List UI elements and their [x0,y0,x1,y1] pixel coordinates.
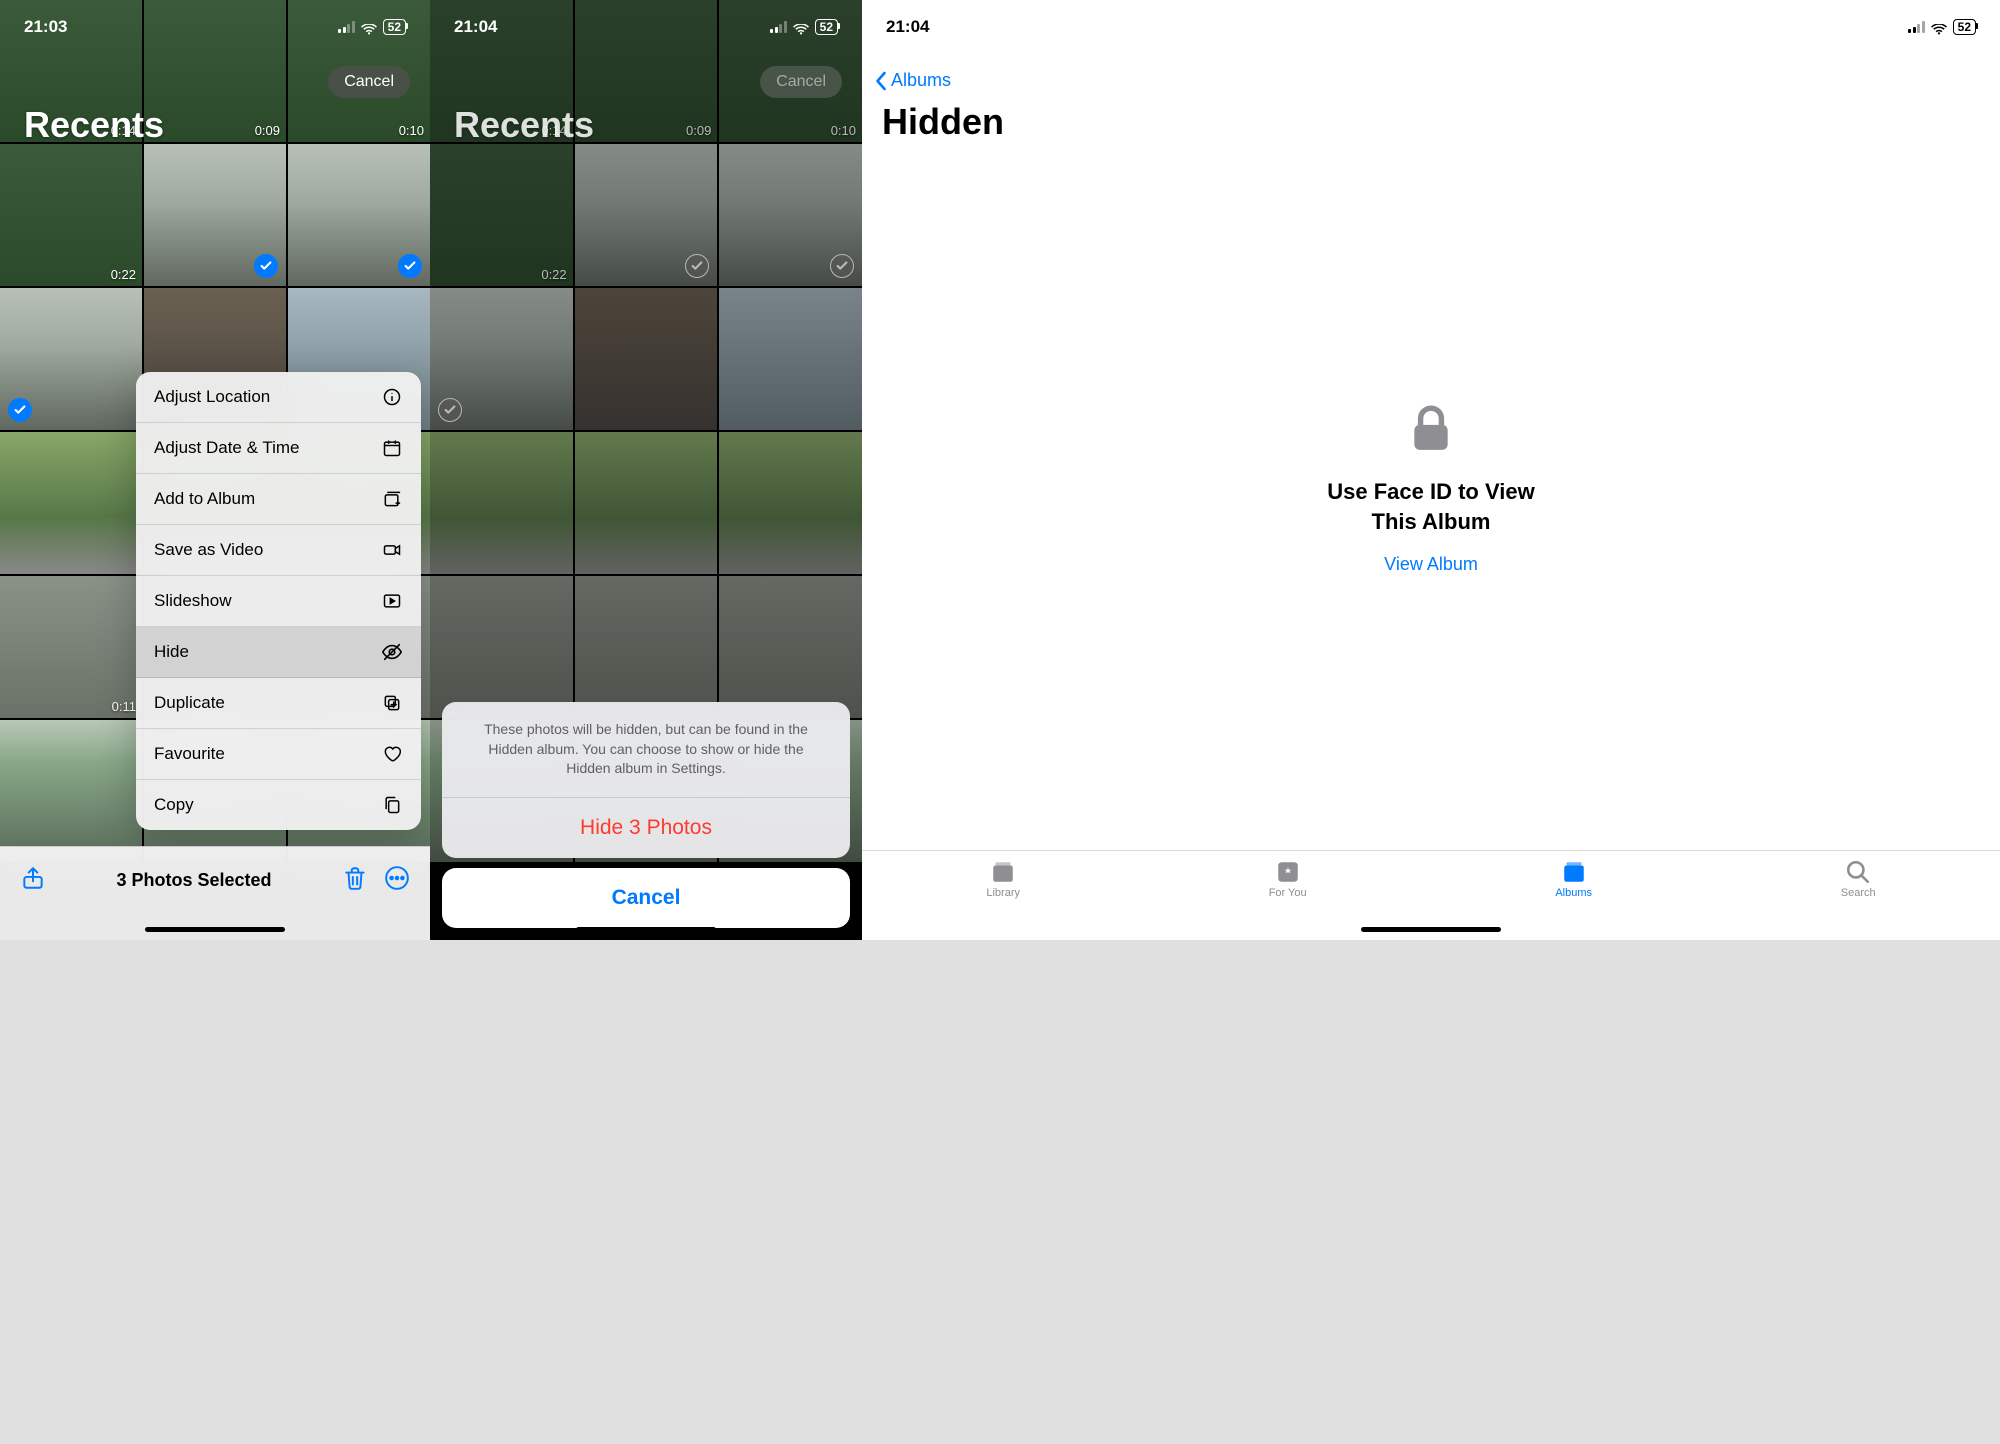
checkmark-icon [254,254,278,278]
status-bar: 21:04 52 [862,0,2000,54]
signal-icon [338,21,355,33]
thumbnail[interactable] [0,432,142,574]
menu-add-to-album[interactable]: Add to Album [136,474,421,525]
menu-slideshow[interactable]: Slideshow [136,576,421,627]
sheet-message: These photos will be hidden, but can be … [442,702,850,798]
thumbnail[interactable]: 0:22 [0,144,142,286]
calendar-icon [381,437,403,459]
context-menu: Adjust Location Adjust Date & Time Add t… [136,372,421,830]
cancel-button[interactable]: Cancel [328,66,410,98]
album-title: Recents [24,104,164,146]
status-time: 21:04 [886,17,929,37]
more-icon[interactable] [384,865,410,896]
duration-label: 0:10 [399,123,424,138]
signal-icon [770,21,787,33]
tab-library[interactable]: Library [986,859,1020,899]
view-album-button[interactable]: View Album [1384,554,1478,575]
search-icon [1844,859,1872,885]
phone-recents-menu: 0:14 0:09 0:10 0:22 0:11 21:03 52 Cancel… [0,0,430,940]
share-icon[interactable] [20,865,46,896]
action-sheet: These photos will be hidden, but can be … [442,702,850,928]
info-icon [381,386,403,408]
battery-icon: 52 [815,19,838,35]
library-icon [989,859,1017,885]
tab-search[interactable]: Search [1841,859,1876,899]
tab-for-you[interactable]: For You [1269,859,1307,899]
status-bar: 21:04 52 [430,0,862,54]
home-indicator [145,927,285,932]
play-rect-icon [381,590,403,612]
cancel-button[interactable]: Cancel [442,868,850,928]
album-add-icon [381,488,403,510]
menu-hide[interactable]: Hide [136,627,421,678]
thumbnail[interactable]: 0:11 [0,576,142,718]
page-title: Hidden [862,97,2000,155]
menu-duplicate[interactable]: Duplicate [136,678,421,729]
thumbnail-selected[interactable] [144,144,286,286]
heart-icon [381,743,403,765]
copy-icon [381,794,403,816]
menu-favourite[interactable]: Favourite [136,729,421,780]
checkmark-icon [398,254,422,278]
video-icon [381,539,403,561]
selection-count: 3 Photos Selected [46,870,342,891]
menu-save-as-video[interactable]: Save as Video [136,525,421,576]
faceid-prompt: Use Face ID to View This Album [1327,477,1534,536]
duration-label: 0:09 [255,123,280,138]
thumbnail-selected[interactable] [0,288,142,430]
tab-albums[interactable]: Albums [1555,859,1592,899]
status-bar: 21:03 52 [0,0,430,54]
back-button[interactable]: Albums [862,54,2000,97]
phone-hide-confirm: 0:14 0:09 0:10 0:22 21:04 52 Cancel Rece… [430,0,862,940]
lock-icon [1406,400,1456,463]
trash-icon[interactable] [342,865,368,896]
back-label: Albums [891,70,951,91]
checkmark-icon [8,398,32,422]
phone-hidden-album: 21:04 52 Albums Hidden Use Face ID to Vi… [862,0,2000,940]
status-time: 21:03 [24,17,67,37]
wifi-icon [361,21,377,33]
battery-icon: 52 [383,19,406,35]
albums-icon [1560,859,1588,885]
check-unselected-icon [685,254,709,278]
home-indicator [1361,927,1501,932]
check-unselected-icon [438,398,462,422]
duplicate-icon [381,692,403,714]
album-title: Recents [454,104,594,146]
signal-icon [1908,21,1925,33]
status-time: 21:04 [454,17,497,37]
check-unselected-icon [830,254,854,278]
chevron-left-icon [874,71,887,91]
hide-photos-button[interactable]: Hide 3 Photos [442,798,850,858]
bottom-toolbar: 3 Photos Selected [0,846,430,940]
home-indicator [576,927,716,932]
wifi-icon [1931,21,1947,33]
menu-adjust-date[interactable]: Adjust Date & Time [136,423,421,474]
cancel-button-disabled: Cancel [760,66,842,98]
eye-slash-icon [381,641,403,663]
for-you-icon [1274,859,1302,885]
wifi-icon [793,21,809,33]
battery-icon: 52 [1953,19,1976,35]
thumbnail-selected[interactable] [288,144,430,286]
menu-adjust-location[interactable]: Adjust Location [136,372,421,423]
menu-copy[interactable]: Copy [136,780,421,830]
thumbnail[interactable] [0,720,142,862]
